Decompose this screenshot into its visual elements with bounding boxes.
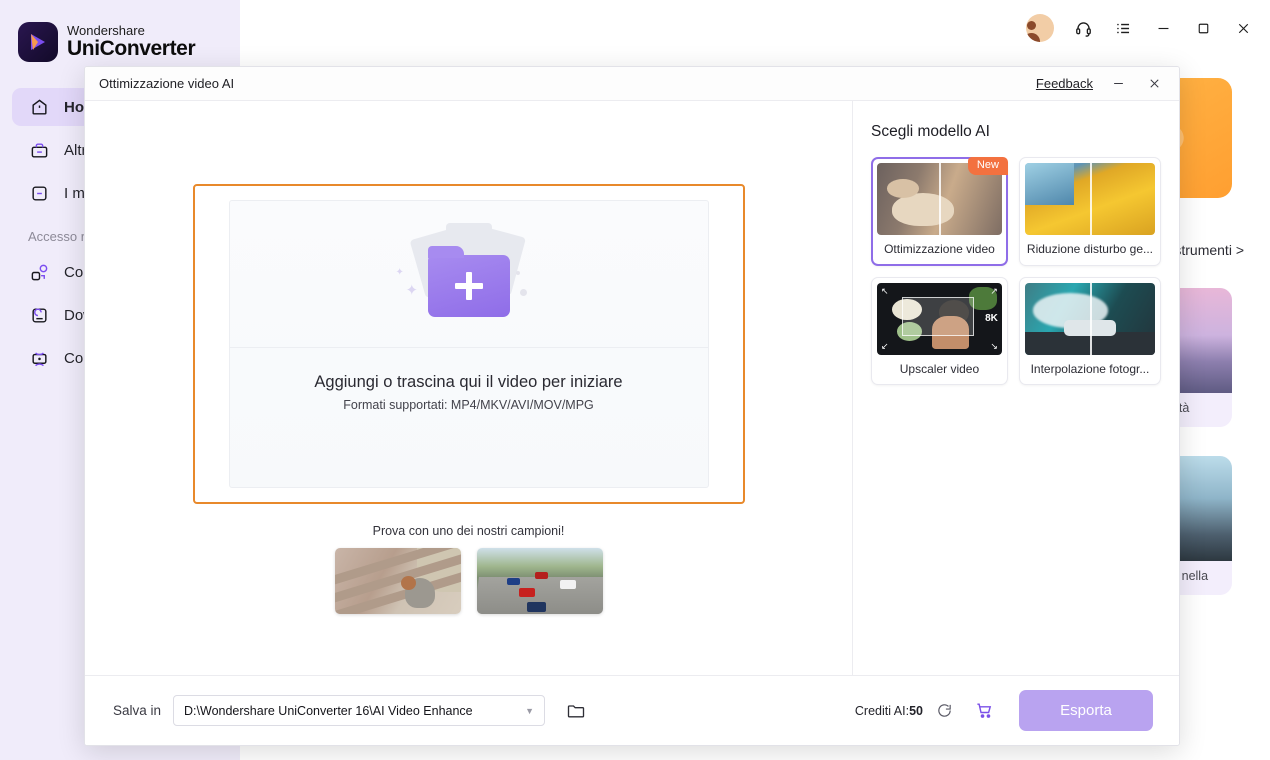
samples-list [334, 548, 603, 614]
dialog-footer: Salva in D:\Wondershare UniConverter 16\… [85, 675, 1179, 745]
home-icon [28, 96, 50, 118]
maximize-icon[interactable] [1186, 11, 1220, 45]
refresh-icon[interactable] [931, 698, 957, 724]
dialog-minimize-icon[interactable] [1107, 73, 1129, 95]
window-titlebar [240, 0, 1270, 56]
ai-credits: Crediti AI:50 [855, 704, 923, 718]
wondershare-logo-icon [18, 22, 58, 62]
video-dropzone[interactable]: ✦ ✦ Aggiungi o trascina qui il video per… [228, 200, 709, 488]
sample-video-traffic[interactable] [476, 548, 603, 614]
brand-name: Wondershare [67, 23, 145, 39]
list-menu-icon[interactable] [1106, 11, 1140, 45]
convert-icon [28, 261, 50, 283]
model-thumbnail: ↖ ↗ ↙ ↘ 8K [877, 283, 1002, 355]
product-name: UniConverter [67, 36, 196, 60]
files-icon [28, 182, 50, 204]
open-folder-button[interactable] [561, 696, 591, 726]
headset-icon[interactable] [1066, 11, 1100, 45]
toolbox-icon [28, 139, 50, 161]
new-badge: New [967, 157, 1008, 175]
model-card-ottimizzazione-video[interactable]: New Ottimizzazione video [871, 157, 1008, 266]
brand-logo-block: Wondershare UniConverter [0, 0, 240, 62]
feedback-link[interactable]: Feedback [1036, 76, 1093, 91]
dropzone-subtitle: Formati supportati: MP4/MKV/AVI/MOV/MPG [343, 398, 594, 412]
export-button[interactable]: Esporta [1019, 690, 1153, 731]
compress-icon [28, 347, 50, 369]
ai-video-enhance-dialog: Ottimizzazione video AI Feedback ✦ ✦ Agg… [84, 66, 1180, 746]
resolution-overlay-label: 8K [985, 313, 998, 324]
save-path-select[interactable]: D:\Wondershare UniConverter 16\AI Video … [173, 695, 546, 726]
model-card-label: Interpolazione fotogr... [1030, 362, 1150, 376]
dialog-title: Ottimizzazione video AI [99, 76, 235, 91]
dropzone-title: Aggiungi o trascina qui il video per ini… [314, 373, 623, 391]
dialog-titlebar: Ottimizzazione video AI Feedback [85, 67, 1179, 101]
ai-credits-value: 50 [909, 703, 923, 718]
download-icon [28, 304, 50, 326]
dialog-body: ✦ ✦ Aggiungi o trascina qui il video per… [85, 101, 1179, 675]
save-path-value: D:\Wondershare UniConverter 16\AI Video … [184, 703, 473, 718]
ai-credits-label: Crediti AI: [854, 703, 910, 718]
model-thumbnail [1024, 163, 1155, 235]
model-card-label: Ottimizzazione video [884, 242, 995, 256]
samples-label: Prova con uno dei nostri campioni! [372, 524, 565, 538]
shopping-cart-icon[interactable] [969, 696, 999, 726]
model-card-upscaler-video[interactable]: ↖ ↗ ↙ ↘ 8K Upscaler video [871, 277, 1008, 385]
models-grid: New Ottimizzazione video Riduzione distu… [871, 157, 1161, 385]
model-card-interpolazione-fotogrammi[interactable]: Interpolazione fotogr... [1018, 277, 1161, 385]
model-card-label: Upscaler video [899, 362, 980, 376]
minimize-icon[interactable] [1146, 11, 1180, 45]
add-folder-icon: ✦ ✦ [394, 219, 544, 329]
sample-video-squirrel[interactable] [334, 548, 461, 614]
main-upload-area: ✦ ✦ Aggiungi o trascina qui il video per… [85, 101, 853, 675]
save-in-label: Salva in [113, 703, 162, 718]
close-icon[interactable] [1226, 11, 1260, 45]
account-avatar-icon[interactable] [1026, 14, 1054, 42]
ai-models-panel: Scegli modello AI New Ottimizzazione vid… [853, 101, 1179, 675]
model-card-label: Riduzione disturbo ge... [1026, 242, 1153, 256]
chevron-down-icon: ▼ [525, 705, 535, 716]
model-thumbnail [1024, 283, 1155, 355]
application-window: Wondershare UniConverter Home [0, 0, 1270, 760]
models-panel-title: Scegli modello AI [871, 123, 990, 140]
dialog-close-icon[interactable] [1143, 73, 1165, 95]
footer-actions: Crediti AI:50 Esporta [855, 690, 1153, 731]
dropzone-highlight-frame: ✦ ✦ Aggiungi o trascina qui il video per… [192, 184, 745, 504]
model-card-riduzione-disturbo[interactable]: Riduzione disturbo ge... [1018, 157, 1161, 266]
